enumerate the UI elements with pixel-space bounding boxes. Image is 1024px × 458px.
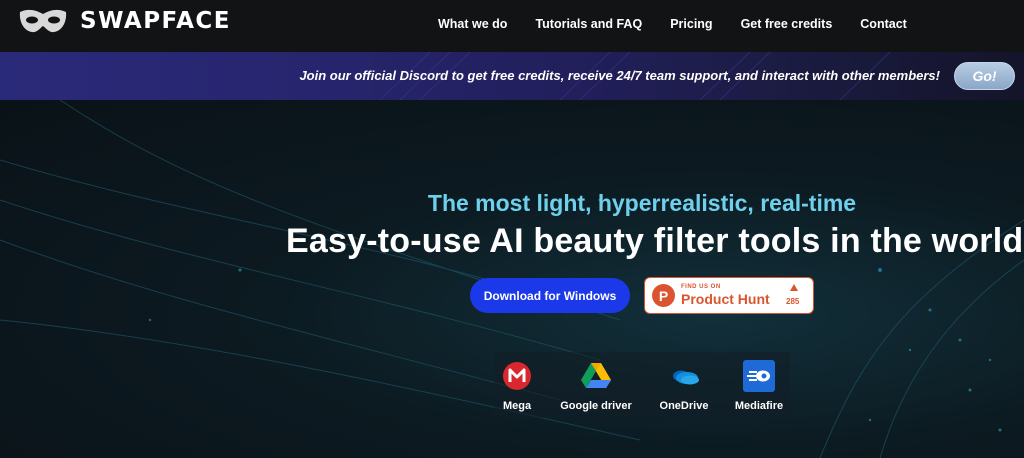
producthunt-vote-count: 285 xyxy=(786,297,800,306)
mega-icon xyxy=(503,362,531,390)
producthunt-name: Product Hunt xyxy=(681,291,770,307)
discord-banner-text: Join our official Discord to get free cr… xyxy=(299,68,940,83)
brand-name: SWAPFACE xyxy=(80,8,232,34)
producthunt-find-us-label: FIND US ON xyxy=(681,284,721,290)
producthunt-badge[interactable]: P FIND US ON Product Hunt 285 xyxy=(644,277,814,314)
mirror-label: Mediafire xyxy=(734,400,784,412)
producthunt-icon: P xyxy=(652,284,675,307)
nav-tutorials-faq[interactable]: Tutorials and FAQ xyxy=(535,17,642,31)
nav-what-we-do[interactable]: What we do xyxy=(438,17,507,31)
nav-contact[interactable]: Contact xyxy=(860,17,907,31)
nav-get-free-credits[interactable]: Get free credits xyxy=(741,17,833,31)
hero-subtitle: The most light, hyperrealistic, real-tim… xyxy=(427,190,857,216)
mask-icon xyxy=(19,9,67,33)
google-drive-icon xyxy=(581,363,611,388)
download-mirrors: Mega Google driver OneDrive Mediafire xyxy=(494,352,790,418)
discord-banner: Join our official Discord to get free cr… xyxy=(0,52,1024,100)
hero-title: Easy-to-use AI beauty filter tools in th… xyxy=(286,222,1024,260)
mirror-google-drive[interactable]: Google driver xyxy=(556,360,636,412)
upvote-arrow-icon xyxy=(790,284,798,291)
nav-pricing[interactable]: Pricing xyxy=(670,17,712,31)
main-nav: What we do Tutorials and FAQ Pricing Get… xyxy=(438,17,907,31)
brand-logo[interactable]: SWAPFACE xyxy=(18,8,231,34)
download-windows-button[interactable]: Download for Windows xyxy=(470,278,630,313)
mirror-label: Google driver xyxy=(560,400,632,412)
mirror-onedrive[interactable]: OneDrive xyxy=(644,360,724,412)
discord-go-button[interactable]: Go! xyxy=(954,62,1015,90)
onedrive-icon xyxy=(673,370,699,385)
mirror-label: Mega xyxy=(502,400,532,412)
mirror-mediafire[interactable]: Mediafire xyxy=(719,360,799,412)
mirror-mega[interactable]: Mega xyxy=(477,360,557,412)
mediafire-icon xyxy=(743,360,775,392)
top-navbar: SWAPFACE What we do Tutorials and FAQ Pr… xyxy=(0,0,1024,52)
mirror-label: OneDrive xyxy=(659,400,709,412)
